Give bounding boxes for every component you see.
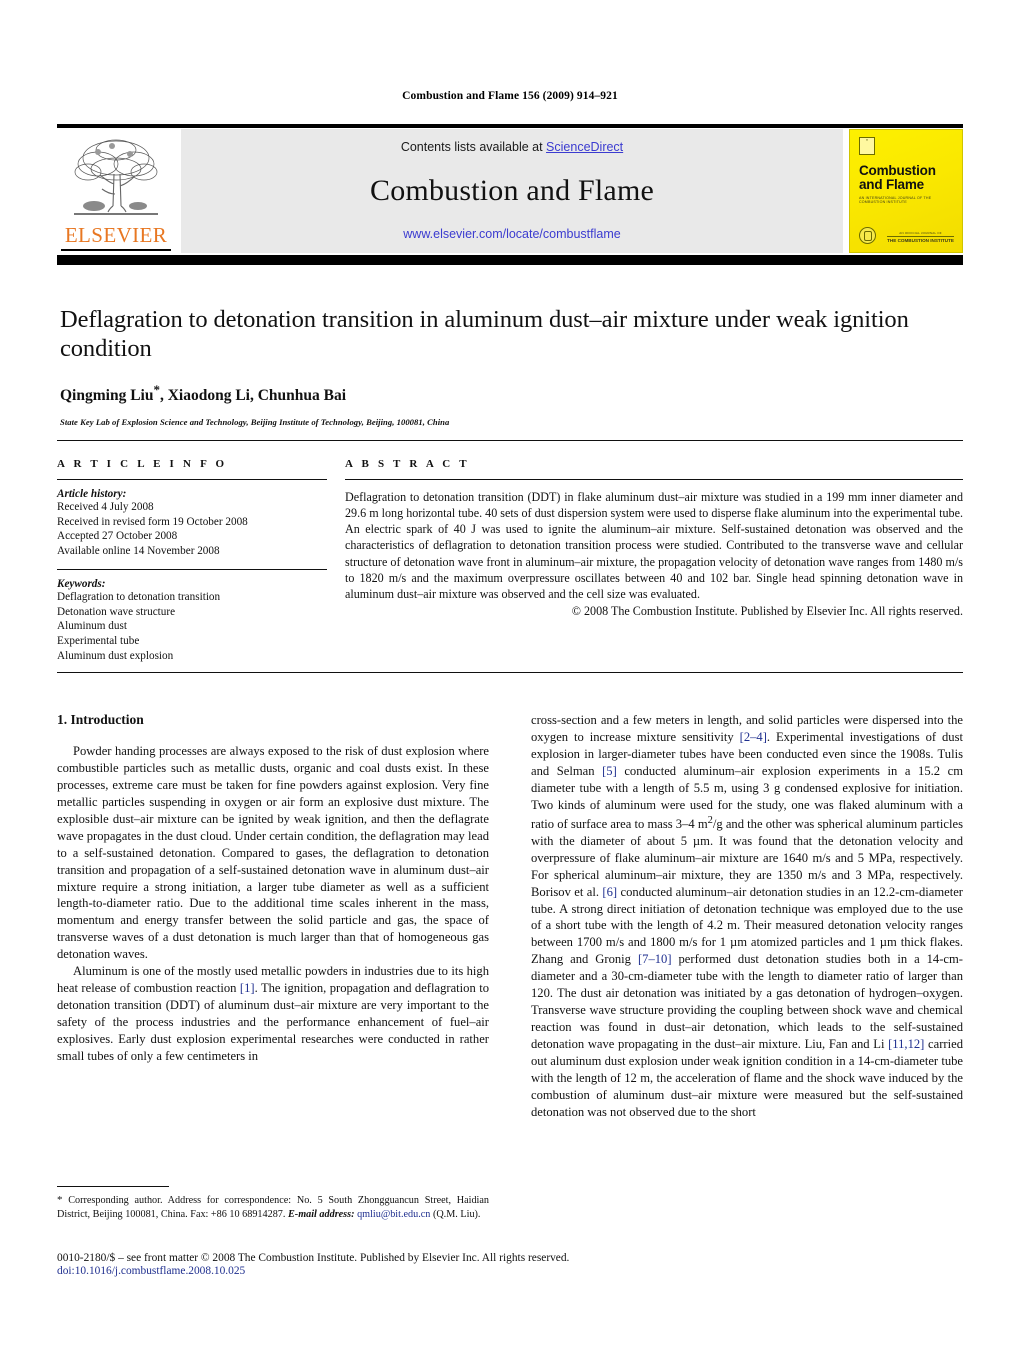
- cover-brand-line2: THE COMBUSTION INSTITUTE: [887, 236, 954, 243]
- author-rest: , Xiaodong Li, Chunhua Bai: [159, 386, 347, 404]
- abstract-label: A B S T R A C T: [345, 458, 470, 470]
- body-right-column: cross-section and a few meters in length…: [531, 712, 963, 1121]
- sciencedirect-link[interactable]: ScienceDirect: [546, 140, 623, 154]
- keywords-rule: [57, 569, 327, 571]
- journal-url-link[interactable]: www.elsevier.com/locate/combustflame: [403, 227, 620, 241]
- abstract-divider-rule: [57, 672, 963, 673]
- header-top-rule: [57, 124, 963, 128]
- abstract-copyright: © 2008 The Combustion Institute. Publish…: [571, 603, 963, 618]
- elsevier-mini-logo-icon: ≡: [859, 137, 875, 155]
- citation-ref-1[interactable]: [1]: [240, 981, 255, 995]
- article-history-item: Available online 14 November 2008: [57, 544, 220, 557]
- header-bottom-rule: [57, 255, 963, 265]
- article-history-item: Accepted 27 October 2008: [57, 530, 178, 543]
- article-history-item: Received 4 July 2008: [57, 501, 154, 513]
- cover-subtitle: AN INTERNATIONAL JOURNAL OF THE COMBUSTI…: [859, 195, 932, 204]
- journal-header: ELSEVIER Contents lists available at Sci…: [57, 124, 963, 265]
- keyword-item: Aluminum dust: [57, 620, 127, 633]
- paper-page: Combustion and Flame 156 (2009) 914–921: [0, 0, 1020, 1351]
- article-history-item: Received in revised form 19 October 2008: [57, 515, 248, 528]
- header-row: ELSEVIER Contents lists available at Sci…: [57, 129, 963, 253]
- author-list: Qingming Liu*, Xiaodong Li, Chunhua Bai: [60, 382, 960, 405]
- keyword-item: Experimental tube: [57, 634, 140, 647]
- email-link[interactable]: qmliu@bit.edu.cn: [357, 1209, 430, 1220]
- page-title: Deflagration to detonation transition in…: [60, 306, 909, 363]
- cover-title: Combustion and Flame: [859, 163, 953, 193]
- section-heading-introduction: 1. Introduction: [57, 712, 144, 727]
- running-head: Combustion and Flame 156 (2009) 914–921: [402, 90, 618, 102]
- corresponding-author-footnote: * Corresponding author. Address for corr…: [57, 1186, 489, 1221]
- cover-title-line1: Combustion: [859, 163, 936, 178]
- body-left-column: 1. Introduction Powder handing processes…: [57, 712, 489, 1121]
- abstract-rule: [345, 479, 963, 480]
- elsevier-underline: [61, 249, 171, 251]
- contents-prefix: Contents lists available at: [400, 140, 547, 154]
- email-address-label: E-mail address:: [288, 1208, 355, 1220]
- article-info-label: A R T I C L E I N F O: [57, 458, 228, 470]
- keyword-item: Detonation wave structure: [57, 605, 176, 618]
- keywords-title: Keywords:: [57, 578, 106, 591]
- citation-ref-6[interactable]: [6]: [602, 885, 617, 899]
- elsevier-tree-icon: [68, 136, 164, 224]
- keyword-item: Deflagration to detonation transition: [57, 591, 221, 604]
- citation-ref-2-4[interactable]: [2–4]: [740, 730, 767, 744]
- email-attribution: (Q.M. Liu).: [430, 1208, 481, 1220]
- paragraph: Powder handing processes are always expo…: [57, 744, 489, 962]
- footnote-text: * Corresponding author. Address for corr…: [57, 1193, 489, 1221]
- abstract-text: Deflagration to detonation transition (D…: [345, 490, 963, 601]
- author-primary: Qingming Liu: [60, 386, 154, 404]
- journal-cover-thumbnail[interactable]: ≡ Combustion and Flame AN INTERNATIONAL …: [849, 129, 963, 253]
- paragraph: cross-section and a few meters in length…: [531, 712, 963, 1121]
- doi-link[interactable]: doi:10.1016/j.combustflame.2008.10.025: [57, 1265, 963, 1277]
- citation-ref-5[interactable]: [5]: [602, 764, 617, 778]
- front-matter-line: 0010-2180/$ – see front matter © 2008 Th…: [57, 1252, 570, 1264]
- keyword-item: Aluminum dust explosion: [57, 649, 174, 662]
- affiliation: State Key Lab of Explosion Science and T…: [60, 416, 450, 427]
- citation-ref-7-10[interactable]: [7–10]: [638, 952, 672, 966]
- title-divider-rule: [57, 440, 963, 441]
- abstract-column: A B S T R A C T Deflagration to detonati…: [345, 458, 963, 663]
- elsevier-logo: ELSEVIER: [57, 129, 175, 253]
- title-block: Deflagration to detonation transition in…: [60, 305, 960, 427]
- page-footer: 0010-2180/$ – see front matter © 2008 Th…: [57, 1252, 963, 1277]
- cover-brand-mark: AN OFFICIAL JOURNAL OF THE COMBUSTION IN…: [887, 231, 954, 243]
- citation-ref-11-12[interactable]: [11,12]: [888, 1037, 924, 1051]
- cover-brand-line1: AN OFFICIAL JOURNAL OF: [899, 231, 942, 235]
- article-history-title: Article history:: [57, 488, 127, 500]
- paragraph: Aluminum is one of the mostly used metal…: [57, 963, 489, 1065]
- cover-title-line2: and Flame: [859, 177, 924, 193]
- info-abstract-section: A R T I C L E I N F O Article history: R…: [57, 458, 963, 663]
- footnote-rule: [57, 1186, 169, 1187]
- elsevier-wordmark: ELSEVIER: [64, 223, 168, 247]
- journal-banner: Contents lists available at ScienceDirec…: [181, 129, 843, 253]
- article-info-rule: [57, 479, 327, 480]
- institute-seal-icon: [859, 227, 876, 244]
- contents-available-line: Contents lists available at ScienceDirec…: [401, 140, 623, 154]
- journal-title: Combustion and Flame: [370, 173, 654, 207]
- article-info-column: A R T I C L E I N F O Article history: R…: [57, 458, 327, 663]
- body-columns: 1. Introduction Powder handing processes…: [57, 712, 963, 1121]
